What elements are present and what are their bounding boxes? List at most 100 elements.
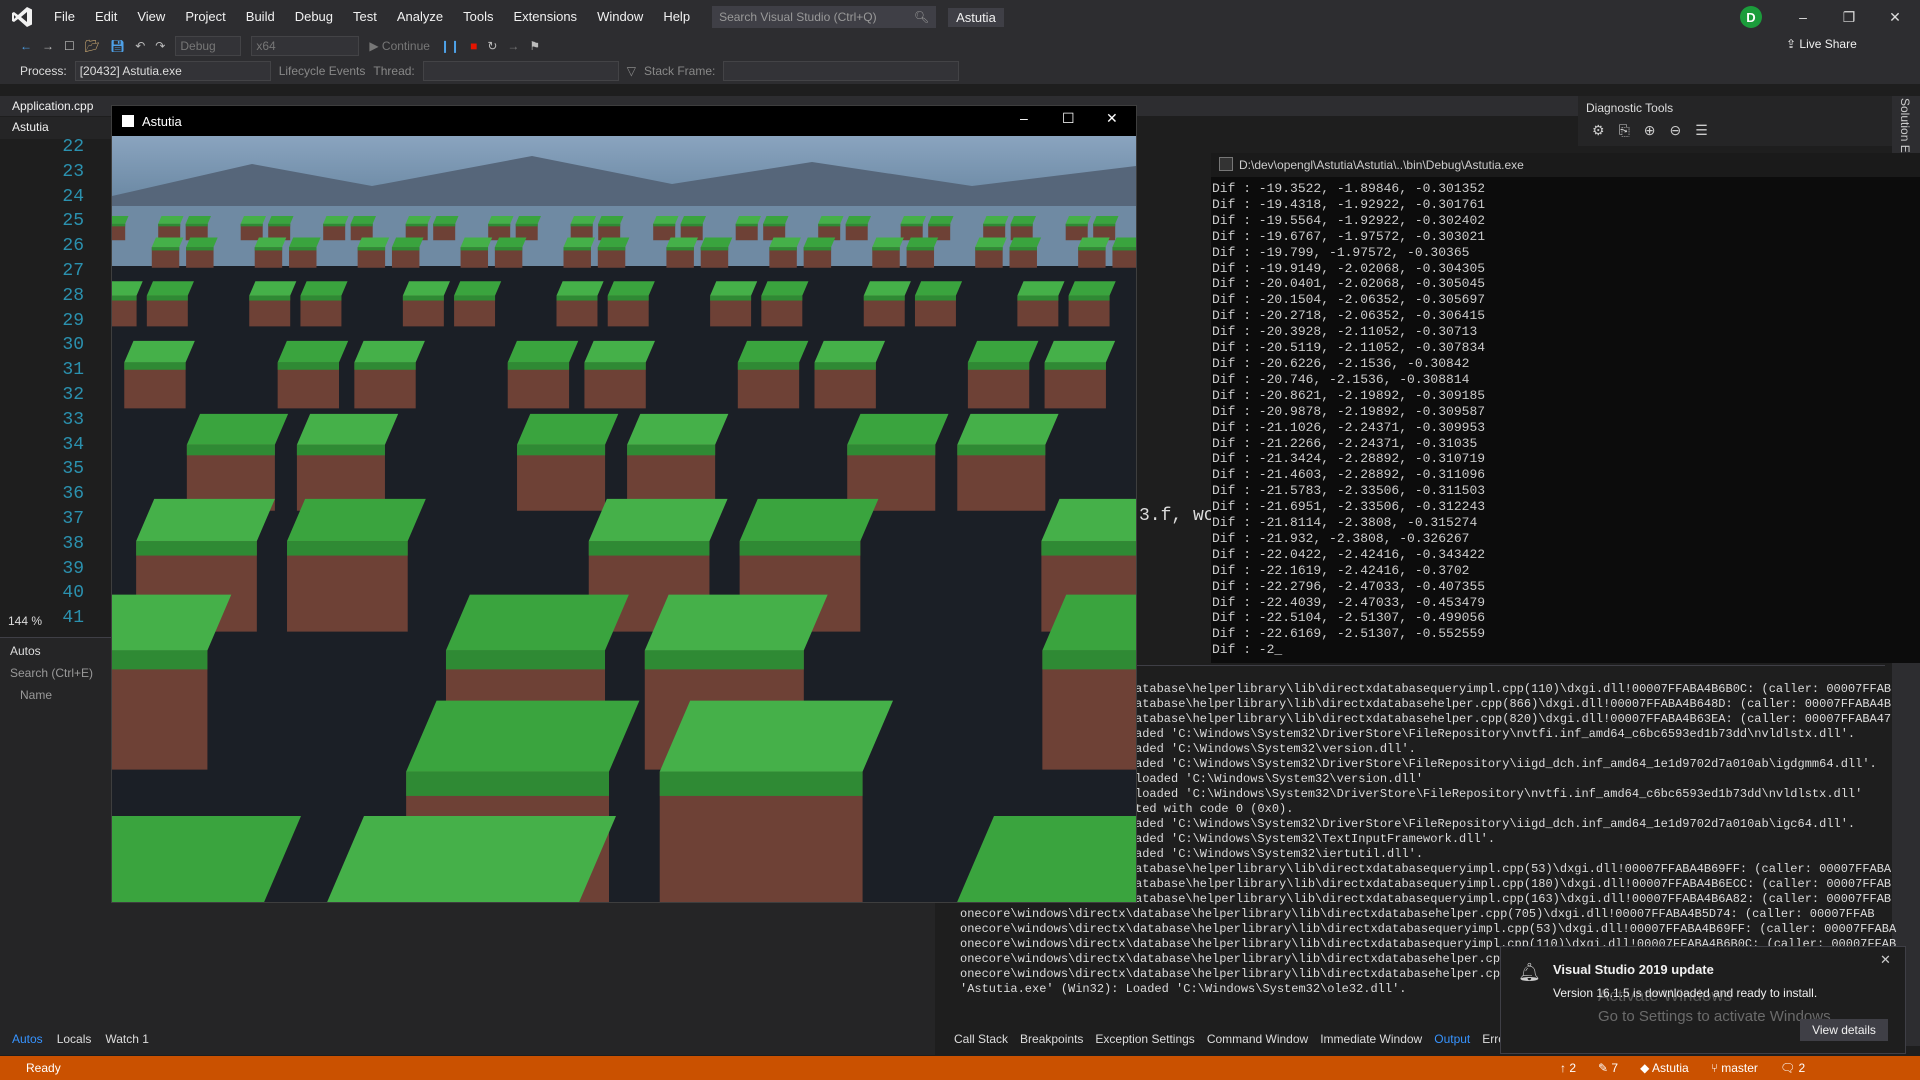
grass-block xyxy=(598,216,624,241)
line-number: 27 xyxy=(62,261,84,281)
pending-changes[interactable]: ✎ 7 xyxy=(1598,1061,1618,1075)
step-icon[interactable]: → xyxy=(507,39,519,53)
search-input[interactable]: Search Visual Studio (Ctrl+Q) 🔍︎ xyxy=(712,6,937,28)
output-line: aded 'C:\Windows\System32\DriverStore\Fi… xyxy=(1135,727,1856,741)
tab-command-window[interactable]: Command Window xyxy=(1207,1032,1308,1046)
grass-block xyxy=(460,237,493,268)
menu-item-analyze[interactable]: Analyze xyxy=(387,0,453,34)
save-icon[interactable]: 💾︎ xyxy=(110,39,125,53)
break-all-icon[interactable]: ❙❙ xyxy=(440,39,460,53)
lifecycle-events-button[interactable]: Lifecycle Events xyxy=(279,64,366,78)
new-project-icon[interactable]: ☐ xyxy=(64,39,75,53)
diagnostic-tools-title: Diagnostic Tools xyxy=(1586,101,1674,115)
thread-select[interactable] xyxy=(422,61,619,81)
tab-breakpoints[interactable]: Breakpoints xyxy=(1020,1032,1083,1046)
minimize-icon[interactable]: – xyxy=(1780,0,1826,34)
grass-block xyxy=(1068,281,1116,327)
filter-icon[interactable]: ▽ xyxy=(627,64,636,78)
zoom-out-icon[interactable]: ⊖ xyxy=(1670,122,1682,139)
menu-item-edit[interactable]: Edit xyxy=(85,0,127,34)
branch-name: master xyxy=(1721,1061,1758,1075)
grass-block xyxy=(906,237,939,268)
live-share-button[interactable]: ⇪ Live Share xyxy=(1786,37,1857,51)
line-number: 28 xyxy=(62,285,84,306)
reset-zoom-icon[interactable]: ☰ xyxy=(1695,122,1708,139)
maximize-icon[interactable]: ❐ xyxy=(1826,0,1872,34)
toast-close-icon[interactable]: ✕ xyxy=(1880,952,1891,968)
stop-icon[interactable]: ■ xyxy=(470,39,477,53)
menu-item-tools[interactable]: Tools xyxy=(453,0,503,34)
game-minimize-icon[interactable]: – xyxy=(1020,110,1028,126)
grass-block xyxy=(710,281,758,327)
grass-block xyxy=(296,413,399,511)
tab-exception-settings[interactable]: Exception Settings xyxy=(1095,1032,1194,1046)
repository-selector[interactable]: ◆ Astutia xyxy=(1640,1061,1689,1075)
close-icon[interactable]: ✕ xyxy=(1872,0,1918,34)
tab-autos[interactable]: Autos xyxy=(12,1032,43,1046)
output-line: aded 'C:\Windows\System32\version.dll'. xyxy=(1135,742,1416,756)
open-icon[interactable]: 📂︎ xyxy=(85,39,100,53)
output-line: onecore\windows\directx\database\helperl… xyxy=(960,922,1897,936)
configuration-select[interactable]: Debug xyxy=(175,36,242,56)
grass-block xyxy=(402,281,450,327)
tab-immediate-window[interactable]: Immediate Window xyxy=(1320,1032,1422,1046)
menu-item-debug[interactable]: Debug xyxy=(285,0,343,34)
menu-item-extensions[interactable]: Extensions xyxy=(503,0,587,34)
export-icon[interactable]: ⎘ xyxy=(1619,122,1630,139)
restart-icon[interactable]: ↻ xyxy=(487,39,497,53)
tab-application-cpp[interactable]: Application.cpp xyxy=(12,99,93,113)
game-viewport[interactable] xyxy=(112,136,1136,902)
autos-name-column[interactable]: Name xyxy=(20,688,52,702)
branch-selector[interactable]: ⑂ master xyxy=(1711,1061,1758,1075)
line-number: 24 xyxy=(62,186,84,207)
grass-block xyxy=(659,700,894,902)
forward-icon[interactable]: → xyxy=(42,39,54,53)
grass-block xyxy=(1093,216,1119,241)
game-maximize-icon[interactable]: ☐ xyxy=(1062,110,1075,127)
grass-block xyxy=(597,237,630,268)
platform-select[interactable]: x64 xyxy=(251,36,360,56)
tab-output[interactable]: Output xyxy=(1434,1032,1470,1046)
grass-block xyxy=(803,237,836,268)
settings-gear-icon[interactable]: ⚙ xyxy=(1592,122,1605,139)
bookmark-icon[interactable]: ⚑ xyxy=(529,39,540,53)
grass-block xyxy=(300,281,348,327)
menu-item-help[interactable]: Help xyxy=(653,0,700,34)
tab-call-stack[interactable]: Call Stack xyxy=(954,1032,1008,1046)
menu-item-build[interactable]: Build xyxy=(236,0,285,34)
zoom-in-icon[interactable]: ⊕ xyxy=(1644,122,1656,139)
account-avatar[interactable]: D xyxy=(1740,6,1762,28)
output-line: loaded 'C:\Windows\System32\DriverStore\… xyxy=(1135,787,1863,801)
grass-block xyxy=(488,216,514,241)
game-title-bar[interactable]: Astutia – ☐ ✕ xyxy=(112,106,1136,136)
grass-block xyxy=(607,281,655,327)
stack-frame-select[interactable] xyxy=(723,61,960,81)
continue-button[interactable]: ▶ Continue xyxy=(369,39,430,53)
game-close-icon[interactable]: ✕ xyxy=(1106,110,1118,127)
menu-item-test[interactable]: Test xyxy=(343,0,387,34)
unpushed-commits[interactable]: ↑ 2 xyxy=(1560,1061,1576,1075)
menu-item-window[interactable]: Window xyxy=(587,0,653,34)
process-select[interactable]: [20432] Astutia.exe xyxy=(74,61,271,81)
tab-watch-1[interactable]: Watch 1 xyxy=(105,1032,149,1046)
notifications-button[interactable]: 🗨︎ 2 xyxy=(1780,1061,1805,1075)
solution-explorer-tab[interactable]: Solution E xyxy=(1898,98,1912,153)
menu-item-view[interactable]: View xyxy=(127,0,175,34)
output-line: onecore\windows\directx\database\helperl… xyxy=(960,907,1875,921)
zoom-level-select[interactable]: 144 % xyxy=(8,614,42,628)
thread-label: Thread: xyxy=(373,64,415,78)
menu-item-file[interactable]: File xyxy=(44,0,85,34)
back-icon[interactable]: ← xyxy=(20,39,32,53)
redo-icon[interactable]: ↷ xyxy=(155,39,165,53)
undo-icon[interactable]: ↶ xyxy=(135,39,145,53)
autos-search-input[interactable]: Search (Ctrl+E) xyxy=(10,666,93,680)
view-details-button[interactable]: View details xyxy=(1800,1019,1888,1041)
console-line: Dif : -22.0422, -2.42416, -0.343422 xyxy=(1212,546,1486,562)
menu-item-project[interactable]: Project xyxy=(175,0,235,34)
visual-studio-logo-icon[interactable] xyxy=(0,0,44,34)
voxel-scene xyxy=(112,136,1136,902)
repository-name: Astutia xyxy=(1652,1061,1689,1075)
editor-project-scope[interactable]: Astutia xyxy=(0,117,120,139)
tab-locals[interactable]: Locals xyxy=(57,1032,92,1046)
output-line: loaded 'C:\Windows\System32\version.dll' xyxy=(1135,772,1424,786)
